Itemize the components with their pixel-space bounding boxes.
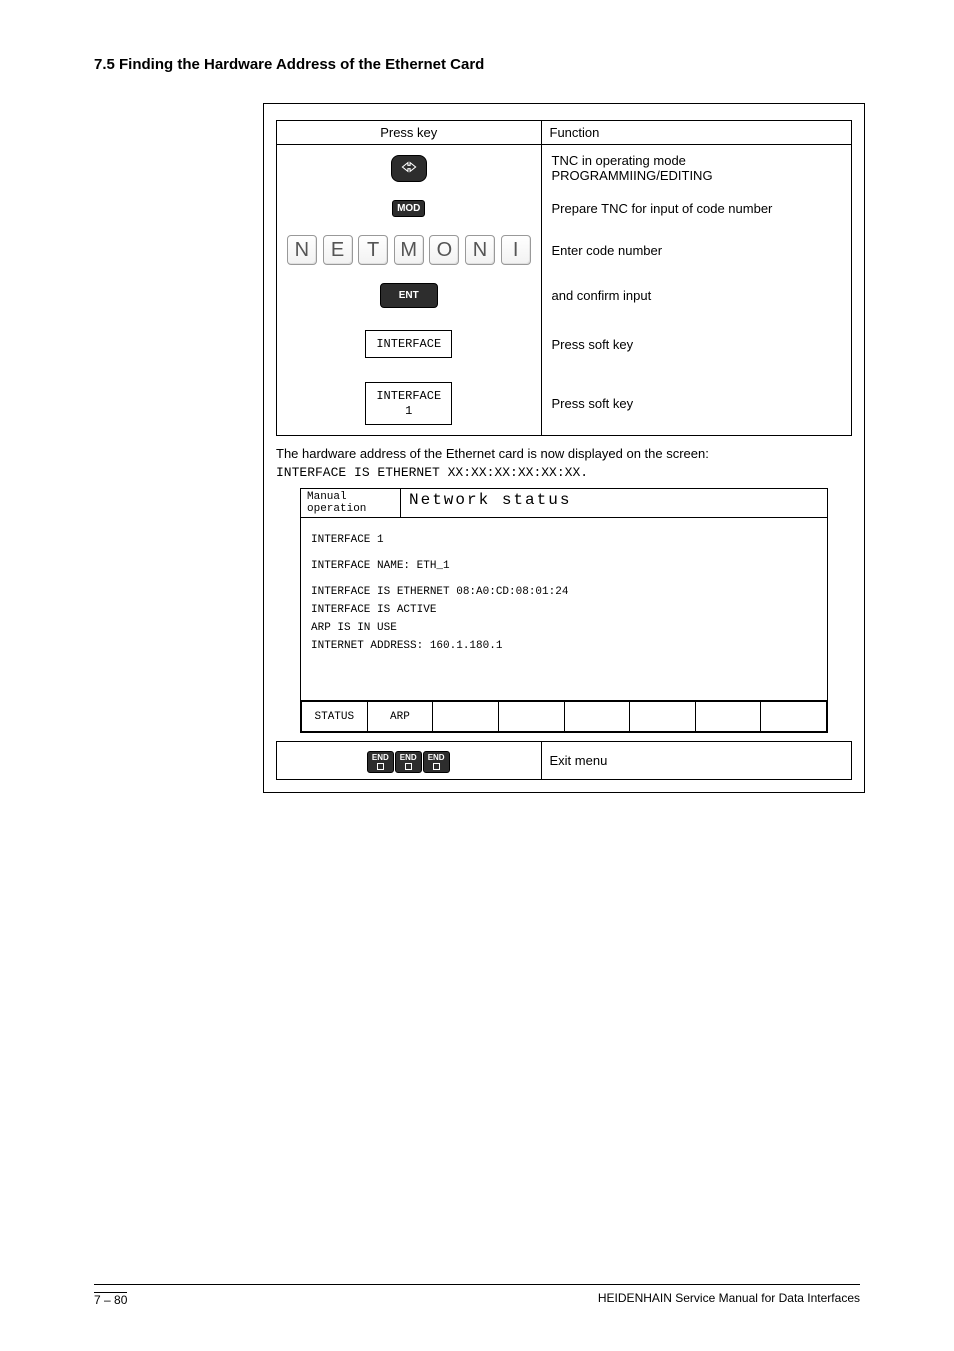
key-N2: N <box>465 235 495 265</box>
key-N: N <box>287 235 317 265</box>
key-T: T <box>358 235 388 265</box>
screen-fn: ARP <box>368 702 434 732</box>
fn-exit: Exit menu <box>541 742 852 780</box>
screen-line: ARP IS IN USE <box>311 622 817 634</box>
screen-line: INTERFACE IS ETHERNET 08:A0:CD:08:01:24 <box>311 586 817 598</box>
screen-line: INTERNET ADDRESS: 160.1.180.1 <box>311 640 817 652</box>
fn-confirm: and confirm input <box>541 275 852 316</box>
page-footer: 7 – 80 HEIDENHAIN Service Manual for Dat… <box>94 1284 860 1307</box>
editing-icon <box>391 155 427 182</box>
exit-table: END END END Exit menu <box>276 741 852 780</box>
screen-line: INTERFACE IS ACTIVE <box>311 604 817 616</box>
keypress-table: Press key Function TNC in operating mode… <box>276 120 852 436</box>
screen-fn <box>499 702 565 732</box>
screen-title: Network status <box>401 489 827 518</box>
th-function: Function <box>541 121 852 145</box>
instruction-box: Press key Function TNC in operating mode… <box>263 103 865 793</box>
end-key-label: END <box>400 754 417 762</box>
screen-fn <box>433 702 499 732</box>
end-key-label: END <box>372 754 389 762</box>
key-O: O <box>429 235 459 265</box>
screen-fn <box>696 702 762 732</box>
fn-operating-mode: TNC in operating mode PROGRAMMIING/EDITI… <box>541 145 852 192</box>
fn-softkey1: Press soft key <box>541 316 852 372</box>
end-key-group: END END END <box>367 751 451 773</box>
end-key-label: END <box>428 754 445 762</box>
screen-line: INTERFACE 1 <box>311 534 817 546</box>
key-E: E <box>323 235 353 265</box>
mod-key-icon: MOD <box>392 200 425 217</box>
key-M: M <box>394 235 424 265</box>
screen-mode: Manual operation <box>301 489 401 518</box>
fn-prepare: Prepare TNC for input of code number <box>541 191 852 225</box>
fn-softkey2: Press soft key <box>541 372 852 435</box>
fn-enter-code: Enter code number <box>541 225 852 275</box>
screen-fn <box>565 702 631 732</box>
screen-fn <box>630 702 696 732</box>
page-number: 7 – 80 <box>94 1293 127 1307</box>
manual-title: HEIDENHAIN Service Manual for Data Inter… <box>598 1291 860 1307</box>
screen-fn <box>761 702 827 732</box>
hardware-address-desc: The hardware address of the Ethernet car… <box>276 446 852 461</box>
ent-key-icon: ENT <box>380 283 438 308</box>
key-I: I <box>501 235 531 265</box>
th-press-key: Press key <box>277 121 542 145</box>
softkey-interface-1: INTERFACE 1 <box>365 382 452 425</box>
section-heading: 7.5 Finding the Hardware Address of the … <box>94 56 860 73</box>
terminal-screenshot: Manual operation Network status INTERFAC… <box>300 488 828 733</box>
interface-code-line: INTERFACE IS ETHERNET XX:XX:XX:XX:XX:XX. <box>276 465 852 480</box>
softkey-interface: INTERFACE <box>365 330 452 358</box>
screen-fn: STATUS <box>301 702 368 732</box>
screen-line: INTERFACE NAME: ETH_1 <box>311 560 817 572</box>
